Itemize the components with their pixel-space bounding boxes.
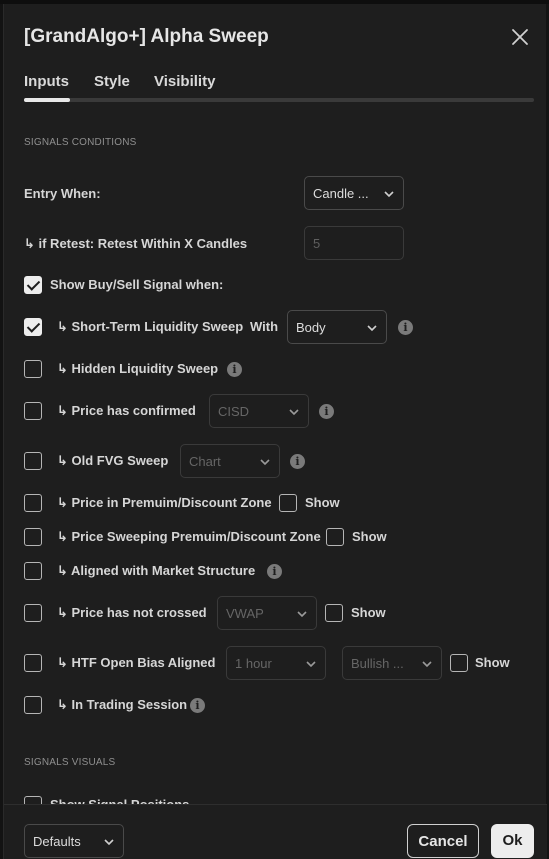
not-crossed-value: VWAP (226, 606, 264, 621)
chevron-down-icon (422, 661, 432, 668)
chevron-down-icon (367, 325, 377, 332)
settings-dialog: [GrandAlgo+] Alpha Sweep Inputs Style Vi… (3, 4, 547, 859)
info-icon[interactable] (227, 362, 242, 377)
defaults-dropdown[interactable]: Defaults (24, 824, 124, 858)
tab-style[interactable]: Style (94, 73, 130, 90)
htf-bias-select[interactable]: Bullish ... (342, 646, 442, 680)
short-term-with-label: With (250, 319, 279, 334)
sweeping-zone-show-label: Show (352, 529, 387, 544)
market-structure-checkbox[interactable] (24, 562, 42, 580)
htf-bias-value: Bullish ... (351, 656, 404, 671)
chevron-down-icon (104, 839, 114, 846)
premium-zone-checkbox[interactable] (24, 494, 42, 512)
htf-timeframe-select[interactable]: 1 hour (226, 646, 326, 680)
chevron-down-icon (297, 611, 307, 618)
ok-button-label: Ok (502, 832, 523, 849)
chevron-down-icon (306, 661, 316, 668)
sweeping-zone-label: ↳ Price Sweeping Premuim/Discount Zone (57, 529, 321, 544)
dialog-title: [GrandAlgo+] Alpha Sweep (24, 26, 269, 47)
info-icon[interactable] (290, 454, 305, 469)
entry-when-select[interactable]: Candle ... (304, 176, 404, 210)
htf-timeframe-value: 1 hour (235, 656, 272, 671)
short-term-sweep-select[interactable]: Body (287, 310, 387, 344)
dialog-footer: Defaults Cancel Ok (4, 804, 547, 859)
trading-session-label: ↳ In Trading Session (57, 697, 188, 712)
info-icon[interactable] (398, 320, 413, 335)
retest-candles-input[interactable]: 5 (304, 226, 404, 260)
show-signal-checkbox[interactable] (24, 276, 42, 294)
sweeping-zone-show-checkbox[interactable] (326, 528, 344, 546)
not-crossed-label: ↳ Price has not crossed (57, 605, 207, 620)
not-crossed-show-checkbox[interactable] (325, 604, 343, 622)
entry-when-value: Candle ... (313, 186, 369, 201)
not-crossed-show-label: Show (351, 605, 386, 620)
sweeping-zone-checkbox[interactable] (24, 528, 42, 546)
chevron-down-icon (289, 409, 299, 416)
hidden-sweep-label: ↳ Hidden Liquidity Sweep (57, 361, 219, 376)
not-crossed-checkbox[interactable] (24, 604, 42, 622)
price-confirmed-value: CISD (218, 404, 250, 419)
active-tab-indicator (24, 98, 70, 102)
entry-when-label: Entry When: (24, 186, 101, 201)
premium-zone-show-label: Show (305, 495, 340, 510)
short-term-sweep-label: ↳ Short-Term Liquidity Sweep (57, 319, 244, 334)
market-structure-label: ↳ Aligned with Market Structure (57, 563, 256, 578)
retest-label: ↳ if Retest: Retest Within X Candles (24, 236, 248, 251)
price-confirmed-checkbox[interactable] (24, 402, 42, 420)
cancel-button-label: Cancel (418, 833, 468, 850)
chevron-down-icon (260, 459, 270, 466)
cancel-button[interactable]: Cancel (407, 824, 479, 858)
premium-zone-show-checkbox[interactable] (279, 494, 297, 512)
short-term-sweep-checkbox[interactable] (24, 318, 42, 336)
section-header-signals-visuals: SIGNALS VISUALS (24, 757, 116, 768)
info-icon[interactable] (267, 564, 282, 579)
show-signal-label: Show Buy/Sell Signal when: (50, 277, 224, 292)
chevron-down-icon (384, 191, 394, 198)
info-icon[interactable] (190, 698, 205, 713)
short-term-sweep-value: Body (296, 320, 326, 335)
old-fvg-value: Chart (189, 454, 221, 469)
close-icon[interactable] (510, 27, 530, 47)
price-confirmed-label: ↳ Price has confirmed (57, 403, 196, 418)
old-fvg-select[interactable]: Chart (180, 444, 280, 478)
not-crossed-select[interactable]: VWAP (217, 596, 317, 630)
defaults-label: Defaults (33, 834, 81, 849)
retest-candles-value: 5 (313, 236, 321, 251)
htf-bias-label: ↳ HTF Open Bias Aligned (57, 655, 216, 670)
section-header-signals-conditions: SIGNALS CONDITIONS (24, 137, 137, 148)
ok-button[interactable]: Ok (491, 824, 534, 858)
htf-bias-show-checkbox[interactable] (450, 654, 468, 672)
htf-bias-checkbox[interactable] (24, 654, 42, 672)
info-icon[interactable] (319, 404, 334, 419)
tab-underline (24, 98, 534, 102)
old-fvg-checkbox[interactable] (24, 452, 42, 470)
tab-inputs[interactable]: Inputs (24, 73, 69, 90)
trading-session-checkbox[interactable] (24, 696, 42, 714)
old-fvg-label: ↳ Old FVG Sweep (57, 453, 169, 468)
price-confirmed-select[interactable]: CISD (209, 394, 309, 428)
hidden-sweep-checkbox[interactable] (24, 360, 42, 378)
htf-bias-show-label: Show (475, 655, 510, 670)
premium-zone-label: ↳ Price in Premuim/Discount Zone (57, 495, 272, 510)
tab-visibility[interactable]: Visibility (154, 73, 215, 90)
